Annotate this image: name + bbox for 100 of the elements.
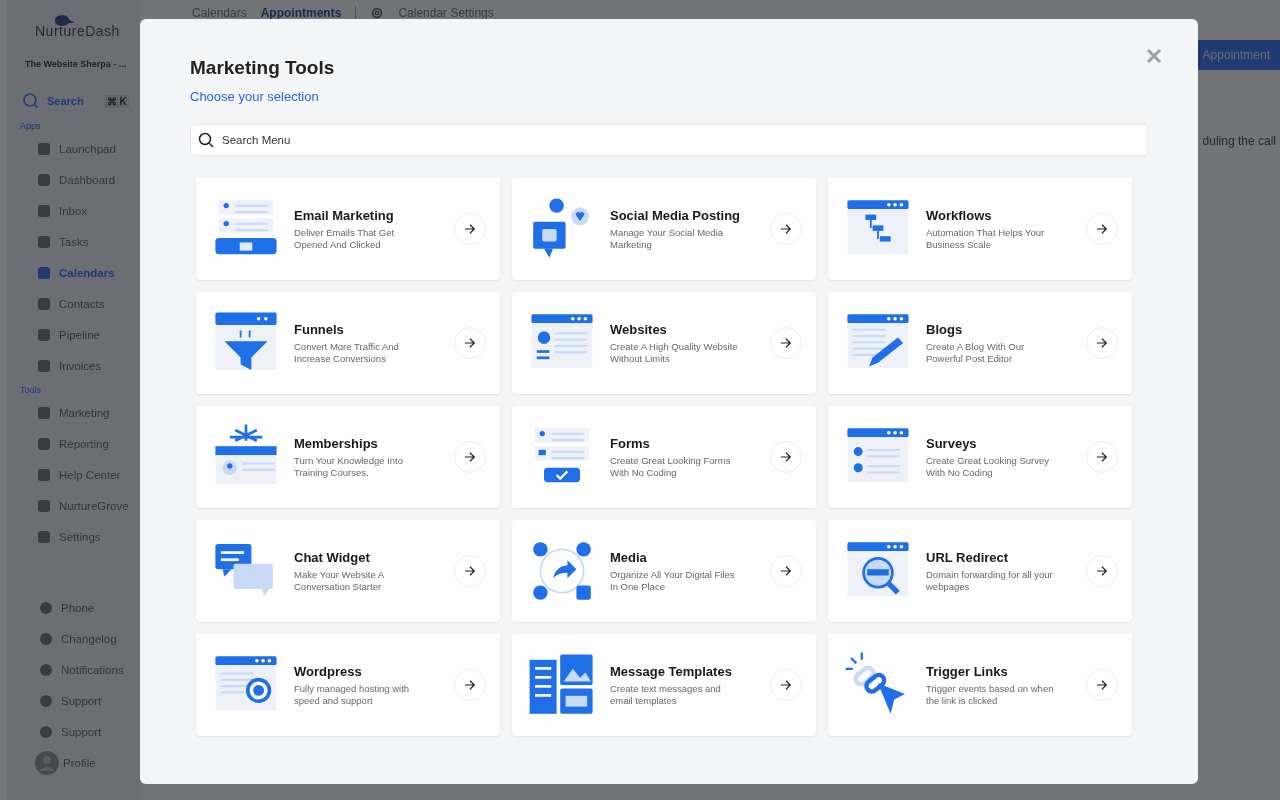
tool-card[interactable]: Funnels Convert More Traffic And Increase Conversions: [196, 292, 500, 394]
tool-card[interactable]: Social Media Posting Manage Your Social Media Marketing: [512, 178, 816, 280]
nav-item[interactable]: Phone: [23, 592, 140, 623]
arrow-button[interactable]: [454, 441, 486, 473]
tool-title: Message Templates: [610, 664, 733, 680]
tool-card[interactable]: Blogs Create A Blog With Our Powerful Post Editor: [828, 292, 1132, 394]
nav-item[interactable]: Calendars: [23, 257, 140, 288]
tool-description: Deliver Emails That Get Opened And Clicked: [294, 227, 396, 250]
profile-link[interactable]: Profile: [19, 747, 140, 778]
arrow-button[interactable]: [1086, 213, 1118, 245]
arrow-button[interactable]: [1086, 441, 1118, 473]
tool-card[interactable]: Media Organize All Your Digital Files In One Place: [512, 520, 816, 622]
tool-title: Websites: [610, 322, 668, 338]
nav-item[interactable]: Contacts: [23, 288, 140, 319]
nav-item[interactable]: Help Center: [23, 459, 140, 490]
nav-item[interactable]: Settings: [23, 521, 140, 552]
tool-description: Create A Blog With Our Powerful Post Editor: [926, 341, 1026, 364]
tool-card[interactable]: Workflows Automation That Helps Your Business Scale: [828, 178, 1132, 280]
section-heading: Tools: [20, 385, 42, 395]
nav-item[interactable]: Launchpad: [23, 133, 140, 164]
arrow-button[interactable]: [770, 327, 802, 359]
tool-card[interactable]: Message Templates Create text messages and email templates: [512, 634, 816, 736]
tile-icon: [37, 265, 51, 280]
arrow-right-icon: [1096, 451, 1108, 463]
brand-logo: NurtureDash: [35, 23, 120, 39]
tool-title: Trigger Links: [926, 664, 1009, 680]
arrow-button[interactable]: [770, 213, 802, 245]
tool-title: Blogs: [926, 322, 964, 338]
tool-title: Surveys: [926, 436, 978, 452]
section-heading: Apps: [20, 121, 42, 131]
nav-item[interactable]: NurtureGrove: [23, 490, 140, 521]
arrow-button[interactable]: [454, 669, 486, 701]
tool-title: Media: [610, 550, 648, 566]
nav-item[interactable]: Inbox: [23, 195, 140, 226]
tab[interactable]: Calendars: [192, 6, 247, 20]
tool-description: Organize All Your Digital Files In One Place: [610, 569, 736, 592]
tile-icon: [37, 141, 51, 156]
nav-item[interactable]: Tasks: [23, 226, 140, 257]
tool-description: Convert More Traffic And Increase Conversions: [294, 341, 400, 364]
tool-title: Funnels: [294, 322, 345, 338]
tool-card[interactable]: Forms Create Great Looking Forms With No Coding: [512, 406, 816, 508]
tile-icon: [37, 172, 51, 187]
tool-description: Domain forwarding for all your webpages: [926, 569, 1054, 592]
circle-icon: [39, 600, 53, 615]
circle-icon: [39, 724, 53, 739]
arrow-right-icon: [780, 679, 792, 691]
tool-card[interactable]: Memberships Turn Your Knowledge Into Training Courses.: [196, 406, 500, 508]
tool-card[interactable]: Trigger Links Trigger events based on when the link is clicked: [828, 634, 1132, 736]
arrow-right-icon: [780, 337, 792, 349]
arrow-right-icon: [780, 451, 792, 463]
circle-icon: [39, 693, 53, 708]
arrow-button[interactable]: [770, 555, 802, 587]
tile-icon: [37, 529, 51, 544]
tool-description: Create Great Looking Survey With No Coding: [926, 455, 1051, 478]
arrow-right-icon: [1096, 679, 1108, 691]
tool-card[interactable]: URL Redirect Domain forwarding for all your webpages: [828, 520, 1132, 622]
tool-card[interactable]: Surveys Create Great Looking Survey With No Coding: [828, 406, 1132, 508]
search-field[interactable]: Search Menu: [190, 124, 1148, 156]
nav-item[interactable]: Notifications: [23, 654, 140, 685]
arrow-button[interactable]: [1086, 669, 1118, 701]
tool-title: URL Redirect: [926, 550, 1010, 566]
tool-title: Wordpress: [294, 664, 363, 680]
nav-item[interactable]: Pipeline: [23, 319, 140, 350]
arrow-button[interactable]: [1086, 555, 1118, 587]
tool-title: Workflows: [926, 208, 993, 224]
arrow-button[interactable]: [770, 669, 802, 701]
shortcut-key: ⌘ K: [103, 94, 130, 108]
tool-card[interactable]: Websites Create A High Quality Website Without Limits: [512, 292, 816, 394]
body-text: duling the call: [1202, 134, 1276, 148]
circle-icon: [39, 662, 53, 677]
nav-item[interactable]: Changelog: [23, 623, 140, 654]
nav-item[interactable]: Marketing: [23, 397, 140, 428]
search-link[interactable]: Search: [47, 95, 84, 107]
tab[interactable]: Appointments: [260, 6, 342, 20]
tile-icon: [37, 436, 51, 451]
settings-icon: [370, 6, 385, 20]
tab[interactable]: Calendar Settings: [398, 6, 494, 20]
nav-item[interactable]: Dashboard: [23, 164, 140, 195]
tool-description: Trigger events based on when the link is clicked: [926, 683, 1055, 706]
nav-item[interactable]: Invoices: [23, 350, 140, 381]
arrow-button[interactable]: [770, 441, 802, 473]
arrow-button[interactable]: [454, 213, 486, 245]
nav-item[interactable]: Support: [23, 685, 140, 716]
tool-description: Create text messages and email templates: [610, 683, 722, 706]
tile-icon: [37, 296, 51, 311]
arrow-button[interactable]: [454, 327, 486, 359]
tile-icon: [37, 327, 51, 342]
nav-item[interactable]: Support: [23, 716, 140, 747]
arrow-right-icon: [1096, 565, 1108, 577]
nav-item[interactable]: Reporting: [23, 428, 140, 459]
tool-card[interactable]: Wordpress Fully managed hosting with speed and support: [196, 634, 500, 736]
arrow-button[interactable]: [1086, 327, 1118, 359]
tool-card[interactable]: Chat Widget Make Your Website A Conversation Starter: [196, 520, 500, 622]
close-icon[interactable]: [1146, 48, 1162, 64]
tool-card[interactable]: Email Marketing Deliver Emails That Get Opened And Clicked: [196, 178, 500, 280]
arrow-right-icon: [464, 223, 476, 235]
arrow-button[interactable]: [454, 555, 486, 587]
tool-description: Fully managed hosting with speed and support: [294, 683, 411, 706]
tool-description: Create A High Quality Website Without Limits: [610, 341, 739, 364]
account-name[interactable]: The Website Sherpa - ...: [25, 59, 140, 69]
